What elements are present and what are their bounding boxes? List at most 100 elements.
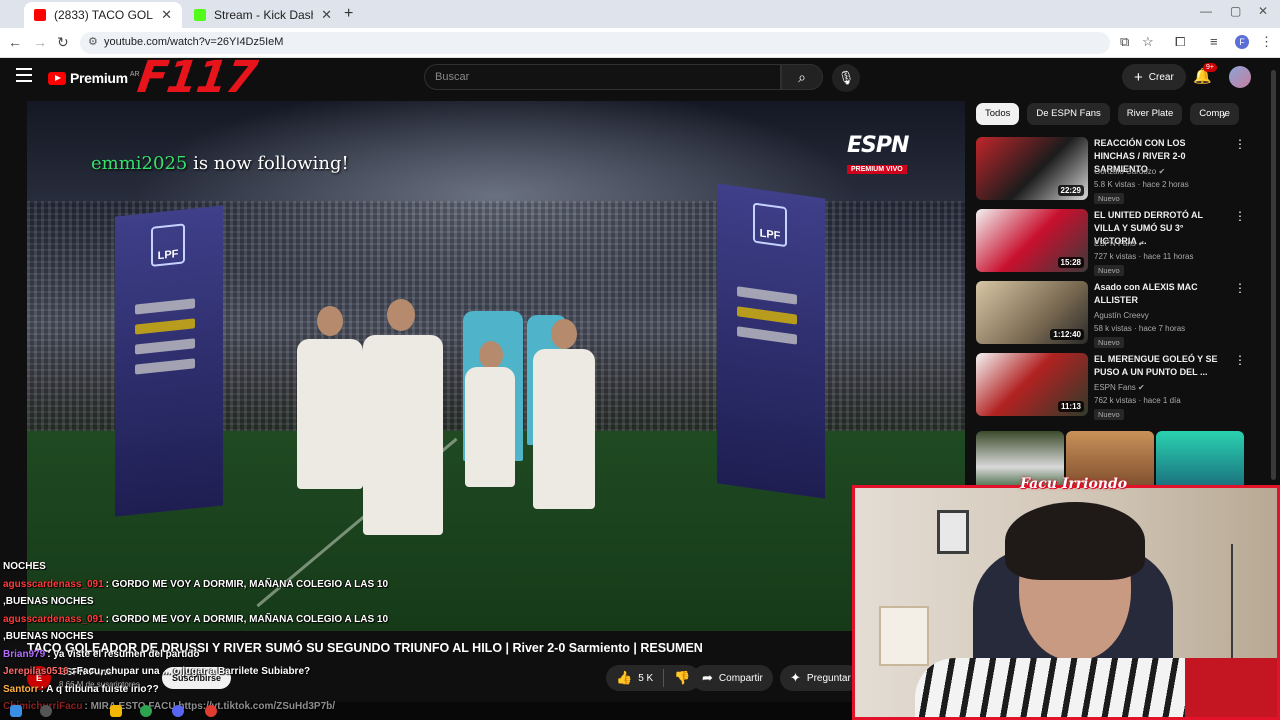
mascot-kid — [465, 367, 515, 487]
reading-list-icon[interactable]: ≡ — [1210, 34, 1218, 49]
site-settings-icon[interactable]: ⚙ — [88, 35, 98, 48]
tab-kick-dashboard[interactable]: Stream - Kick Dashboard ✕ — [184, 2, 342, 28]
sponsor-board — [135, 318, 195, 335]
filter-chip[interactable]: Todos — [976, 103, 1020, 125]
chat-username[interactable]: agusscardenass_091 — [3, 614, 104, 625]
minimize-icon[interactable]: — — [1200, 4, 1212, 18]
search-button[interactable]: ⌕ — [781, 64, 823, 90]
profile-avatar[interactable]: F — [1235, 35, 1249, 49]
sponsor-board — [135, 338, 195, 355]
extensions-icon[interactable]: ⧠ — [1175, 34, 1185, 50]
sponsor-board — [737, 286, 797, 305]
recommendation-item[interactable]: 15:28 EL UNITED DERROTÓ AL VILLA Y SUMÓ S… — [976, 209, 1246, 276]
recommendation-item[interactable]: 22:29 REACCIÓN CON LOS HINCHAS / RIVER 2-… — [976, 137, 1246, 204]
cast-icon[interactable]: ⧉ — [1120, 34, 1129, 50]
more-options-icon[interactable]: ⋮ — [1234, 137, 1246, 151]
like-count[interactable]: 5 K — [638, 673, 653, 684]
address-bar[interactable]: ⚙ youtube.com/watch?v=26YI4Dz5IeM — [80, 32, 1110, 54]
like-icon[interactable]: 👍 — [616, 670, 632, 686]
youtube-favicon-icon — [34, 9, 46, 21]
filter-chip[interactable]: De ESPN Fans — [1027, 103, 1110, 125]
video-player[interactable]: LPF LPF ESPN PREMIUM VIVO emmi2025 is no… — [27, 101, 965, 631]
video-thumbnail[interactable]: 11:13 — [976, 353, 1088, 416]
taskbar-search-icon[interactable] — [40, 705, 52, 717]
wall-poster — [879, 606, 929, 666]
short-thumbnail[interactable] — [1156, 431, 1244, 491]
like-separator — [663, 669, 665, 687]
microphone-icon: 🎙 — [837, 70, 855, 85]
menu-icon[interactable] — [16, 68, 32, 82]
verified-icon: ✔ — [1158, 167, 1166, 176]
chat-username[interactable]: Jerepilas0516 — [3, 666, 69, 677]
sparkle-icon: ✦ — [790, 670, 801, 685]
video-thumbnail[interactable]: 1:12:40 — [976, 281, 1088, 344]
page-scrollbar[interactable] — [1271, 70, 1276, 480]
forward-icon[interactable]: → — [33, 34, 47, 50]
video-duration: 15:28 — [1057, 257, 1084, 268]
recommendation-title[interactable]: Asado con ALEXIS MAC ALLISTER — [1094, 281, 1228, 307]
video-duration: 1:12:40 — [1050, 329, 1084, 340]
chrome-menu-icon[interactable]: ⋮ — [1260, 34, 1273, 50]
video-thumbnail[interactable]: 22:29 — [976, 137, 1088, 200]
recommendation-channel-row: ESPN Fans ✔ — [1094, 239, 1145, 248]
filter-chip[interactable]: Compe — [1190, 103, 1239, 125]
lpf-logo: LPF — [753, 202, 787, 248]
lpf-arch-right: LPF — [717, 183, 825, 499]
video-thumbnail[interactable]: 15:28 — [976, 209, 1088, 272]
share-icon: ➦ — [702, 670, 713, 685]
recommendation-item[interactable]: 11:13 EL MERENGUE GOLEÓ Y SE PUSO A UN PU… — [976, 353, 1246, 420]
more-options-icon[interactable]: ⋮ — [1234, 353, 1246, 367]
more-options-icon[interactable]: ⋮ — [1234, 209, 1246, 223]
taskbar-app-icon[interactable] — [110, 705, 122, 717]
back-icon[interactable]: ← — [8, 34, 22, 50]
maximize-icon[interactable]: ▢ — [1230, 4, 1241, 18]
recommendation-meta: 58 k vistas · hace 7 horas — [1094, 324, 1186, 333]
recommendation-channel[interactable]: ESPN Fans — [1094, 383, 1136, 392]
tab-youtube[interactable]: (2833) TACO GOLEADOR DE DRUSSI Y RIVER S… — [24, 2, 182, 28]
taskbar-app-icon[interactable] — [140, 705, 152, 717]
new-badge: Nuevo — [1094, 265, 1124, 276]
chat-username[interactable]: agusscardenass_091 — [3, 579, 104, 590]
lpf-logo: LPF — [151, 223, 185, 267]
chat-text: ,BUENAS NOCHES — [3, 596, 94, 607]
windows-start-icon[interactable] — [10, 705, 22, 717]
share-button[interactable]: ➦ Compartir — [692, 665, 773, 691]
plus-icon: + — [1134, 68, 1143, 86]
taskbar-app-icon[interactable] — [205, 705, 217, 717]
recommendation-item[interactable]: 1:12:40 Asado con ALEXIS MAC ALLISTER Agus… — [976, 281, 1246, 348]
search-placeholder: Buscar — [435, 71, 470, 83]
chat-username[interactable]: Brian979 — [3, 649, 45, 660]
chevron-right-icon[interactable]: › — [1222, 108, 1226, 122]
filter-chip[interactable]: River Plate — [1117, 103, 1183, 125]
close-tab-icon[interactable]: ✕ — [161, 7, 172, 23]
youtube-logo[interactable]: Premium AR — [48, 70, 140, 86]
ask-button[interactable]: ✦ Preguntar — [780, 665, 861, 691]
search-icon: ⌕ — [798, 69, 806, 85]
create-button[interactable]: + Crear — [1122, 64, 1186, 90]
recommendation-channel[interactable]: Gonzalo Cardozo — [1094, 167, 1156, 176]
chat-text: ,BUENAS NOCHES — [3, 631, 94, 642]
dislike-icon[interactable]: 👎 — [674, 670, 690, 686]
recommendation-channel[interactable]: ESPN Fans — [1094, 239, 1136, 248]
recommendation-channel[interactable]: Agustín Creevy — [1094, 311, 1149, 320]
chat-username[interactable]: Santorr — [3, 684, 39, 695]
bookmark-star-icon[interactable]: ☆ — [1142, 34, 1154, 50]
recommendation-title[interactable]: EL MERENGUE GOLEÓ Y SE PUSO A UN PUNTO D… — [1094, 353, 1228, 379]
new-badge: Nuevo — [1094, 409, 1124, 420]
chat-text: NOCHES — [3, 561, 46, 572]
chat-message: Brian979: ya viste el resumen del partid… — [3, 646, 503, 664]
verified-icon: ✔ — [1138, 239, 1145, 248]
lpf-arch-left: LPF — [115, 205, 223, 517]
account-avatar[interactable] — [1229, 66, 1251, 88]
new-tab-button[interactable]: + — [344, 5, 353, 23]
more-options-icon[interactable]: ⋮ — [1234, 281, 1246, 295]
chat-message: agusscardenass_091: GORDO ME VOY A DORMI… — [3, 576, 503, 594]
close-window-icon[interactable]: ✕ — [1258, 4, 1268, 18]
like-dislike-group: 👍 5 K 👎 — [606, 665, 701, 691]
reload-icon[interactable]: ↻ — [57, 34, 69, 51]
taskbar-app-icon[interactable] — [172, 705, 184, 717]
recommendation-meta: 727 k vistas · hace 11 horas — [1094, 252, 1194, 261]
voice-search-button[interactable]: 🎙 — [832, 64, 860, 92]
search-input[interactable]: Buscar — [424, 64, 781, 90]
close-tab-icon[interactable]: ✕ — [321, 7, 332, 23]
